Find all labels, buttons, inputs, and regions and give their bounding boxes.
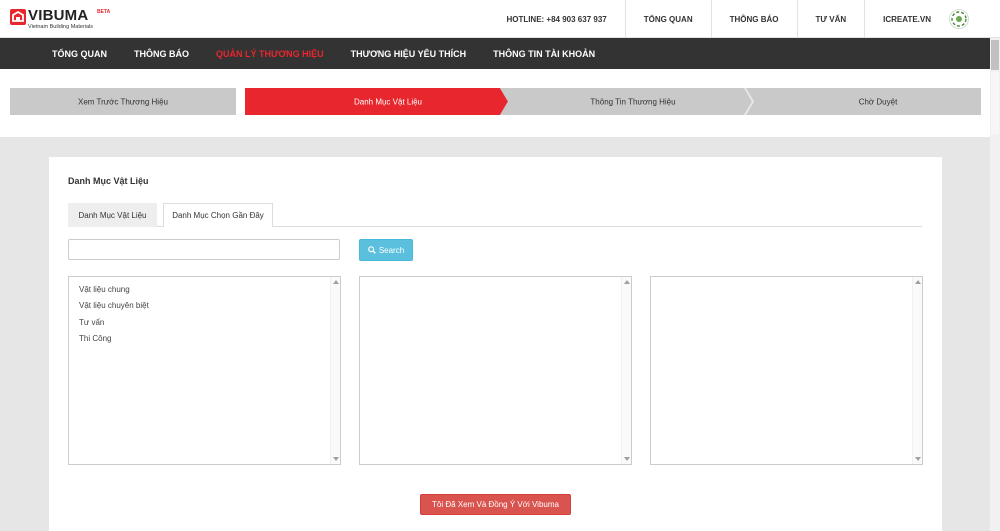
user-name: ICREATE.VN xyxy=(883,14,931,24)
search-button-label: Search xyxy=(378,245,405,255)
material-category-card: Danh Mục Vật Liệu Danh Mục Vật Liệu Danh… xyxy=(49,157,942,531)
category-list-level-3-items xyxy=(651,277,922,284)
category-list-level-2[interactable] xyxy=(359,276,632,465)
tab-danh-muc-vat-lieu[interactable]: Danh Mục Vật Liệu xyxy=(68,203,157,227)
list-2-scrollbar[interactable] xyxy=(621,277,631,464)
top-link-tong-quan[interactable]: TỔNG QUAN xyxy=(624,0,711,38)
brand-name: VIBUMA xyxy=(28,7,89,24)
search-icon xyxy=(368,246,376,254)
progress-steps: Xem Trước Thương Hiệu Danh Mục Vật Liệu … xyxy=(10,87,981,116)
beta-badge: BETA xyxy=(97,9,111,15)
list-item[interactable]: Thi Công xyxy=(79,333,340,349)
nav-item-thong-tin-tai-khoan[interactable]: THÔNG TIN TÀI KHOẢN xyxy=(493,49,595,59)
category-list-level-3[interactable] xyxy=(650,276,923,465)
main-nav: TỔNG QUAN THÔNG BÁO QUẢN LÝ THƯƠNG HIỆU … xyxy=(0,38,990,69)
steps-section: Xem Trước Thương Hiệu Danh Mục Vật Liệu … xyxy=(0,69,990,137)
top-header: VIBUMA Vietnam Building Materials BETA H… xyxy=(0,0,1000,38)
nav-item-thuong-hieu-yeu-thich[interactable]: THƯƠNG HIỆU YÊU THÍCH xyxy=(351,49,466,59)
brand-tagline: Vietnam Building Materials xyxy=(28,24,94,30)
vibuma-logo[interactable]: VIBUMA Vietnam Building Materials BETA xyxy=(10,7,110,31)
scroll-up-icon[interactable] xyxy=(333,280,339,284)
scroll-up-icon[interactable] xyxy=(915,280,921,284)
nav-item-thong-bao[interactable]: THÔNG BÁO xyxy=(134,49,189,59)
page-scrollbar-track-lower xyxy=(991,72,999,134)
list-item[interactable]: Vật liệu chuyên biệt xyxy=(79,300,340,316)
category-tabs: Danh Mục Vật Liệu Danh Mục Chọn Gần Đây xyxy=(68,203,922,227)
scroll-down-icon[interactable] xyxy=(333,457,339,461)
category-list-level-1-items: Vật liệu chung Vật liệu chuyên biệt Tư vấn… xyxy=(69,277,340,350)
list-3-scrollbar[interactable] xyxy=(912,277,922,464)
user-avatar-icon[interactable] xyxy=(949,9,969,29)
hotline-text: HOTLINE: +84 903 637 937 xyxy=(506,14,607,24)
category-list-level-1[interactable]: Vật liệu chung Vật liệu chuyên biệt Tư vấn… xyxy=(68,276,341,465)
search-input[interactable] xyxy=(68,239,340,260)
nav-item-quan-ly-thuong-hieu[interactable]: QUẢN LÝ THƯƠNG HIỆU xyxy=(216,49,324,59)
step-2-label: Danh Mục Vật Liệu xyxy=(354,98,422,107)
vibuma-logo-icon xyxy=(10,9,26,25)
search-button[interactable]: Search xyxy=(359,239,413,261)
tab-danh-muc-chon-gan-day[interactable]: Danh Mục Chọn Gần Đây xyxy=(163,203,273,227)
scroll-down-icon[interactable] xyxy=(624,457,630,461)
list-item[interactable]: Vật liệu chung xyxy=(79,284,340,300)
user-menu[interactable]: ICREATE.VN xyxy=(864,0,975,38)
step-3-label: Thông Tin Thương Hiệu xyxy=(590,98,675,107)
card-title: Danh Mục Vật Liệu xyxy=(68,176,149,186)
scroll-up-icon[interactable] xyxy=(624,280,630,284)
top-link-thong-bao[interactable]: THÔNG BÁO xyxy=(710,0,797,38)
page-scrollbar-thumb[interactable] xyxy=(991,40,999,70)
top-links: HOTLINE: +84 903 637 937 TỔNG QUAN THÔNG… xyxy=(488,0,975,38)
step-1-label: Xem Trước Thương Hiệu xyxy=(78,98,168,107)
category-list-level-2-items xyxy=(360,277,631,284)
agree-button[interactable]: Tôi Đã Xem Và Đồng Ý Với Vibuma xyxy=(420,494,571,515)
step-4-label: Chờ Duyệt xyxy=(859,98,898,107)
scroll-down-icon[interactable] xyxy=(915,457,921,461)
nav-item-tong-quan[interactable]: TỔNG QUAN xyxy=(52,49,107,59)
top-link-tu-van[interactable]: TƯ VẤN xyxy=(796,0,865,38)
list-1-scrollbar[interactable] xyxy=(330,277,340,464)
list-item[interactable]: Tư vấn xyxy=(79,317,340,333)
